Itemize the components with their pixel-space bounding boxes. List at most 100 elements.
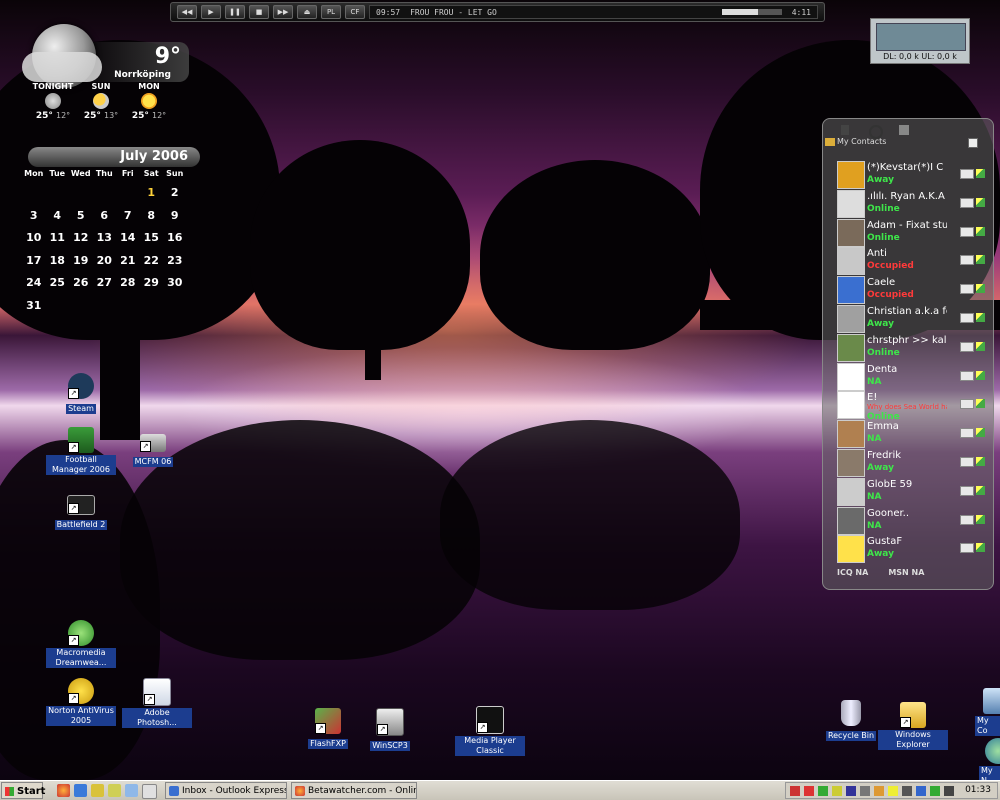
calendar-day[interactable]: 24 (22, 272, 46, 295)
ie-icon[interactable] (74, 784, 87, 797)
mail-icon[interactable] (960, 313, 974, 323)
task-betawatcher[interactable]: Betawatcher.com - Online... (291, 782, 417, 799)
contact-row[interactable]: Fredrik Away (837, 449, 987, 477)
calendar-day[interactable]: 28 (116, 272, 140, 295)
tray-icon[interactable] (790, 786, 800, 796)
tray-icon[interactable] (902, 786, 912, 796)
desktop-icon-photoshop[interactable]: ↗ Adobe Photosh... (122, 678, 192, 728)
calendar-day[interactable]: 20 (93, 250, 117, 273)
contact-group-header[interactable]: My Contacts (823, 137, 993, 149)
mail-icon[interactable] (960, 543, 974, 554)
mail-icon[interactable] (960, 457, 974, 467)
calendar-day[interactable]: 16 (163, 227, 187, 250)
stop-button[interactable]: ■ (249, 5, 269, 19)
menu-icon[interactable] (841, 125, 849, 135)
calendar-day[interactable]: 15 (140, 227, 164, 250)
tray-icon[interactable] (930, 786, 940, 796)
calendar-day[interactable]: 29 (140, 272, 164, 295)
calendar-day[interactable]: 8 (140, 205, 164, 228)
tray-icon[interactable] (818, 786, 828, 796)
eject-button[interactable]: ⏏ (297, 5, 317, 19)
weather-widget[interactable]: 9° Norrköping TONIGHT 25° 12° SUN 25° 13… (14, 22, 189, 132)
contact-row[interactable]: Emma NA (837, 420, 987, 449)
tray-icon[interactable] (916, 786, 926, 796)
desktop-icon-dreamweaver[interactable]: ↗ Macromedia Dreamwea... (46, 620, 116, 668)
mail-icon[interactable] (960, 485, 974, 496)
pause-button[interactable]: ❚❚ (225, 5, 245, 19)
calendar-day[interactable]: 2 (163, 182, 187, 205)
tray-icon[interactable] (846, 786, 856, 796)
collapse-icon[interactable] (968, 138, 978, 148)
calendar-day[interactable]: 12 (69, 227, 93, 250)
calendar-day[interactable]: 30 (163, 272, 187, 295)
task-outlook-express[interactable]: Inbox - Outlook Express (165, 782, 287, 799)
desktop-icon-battlefield[interactable]: ↗ Battlefield 2 (46, 495, 116, 530)
contact-row[interactable]: (*)Kevstar(*)I C Away (837, 161, 987, 189)
next-button[interactable]: ▶▶ (273, 5, 293, 19)
taskbar-clock[interactable]: 01:33 (965, 785, 991, 795)
calendar-day[interactable]: 25 (46, 272, 70, 295)
desktop-icon-mcfm[interactable]: ↗ MCFM 06 (118, 430, 188, 467)
tray-icon[interactable] (888, 786, 898, 796)
tray-icon[interactable] (804, 786, 814, 796)
quicklaunch-icon[interactable] (142, 784, 157, 799)
mail-icon[interactable] (960, 514, 974, 525)
quicklaunch-icon[interactable] (125, 784, 138, 797)
crossfade-button[interactable]: CF (345, 5, 365, 19)
mail-icon[interactable] (960, 197, 974, 208)
playlist-button[interactable]: PL (321, 5, 341, 19)
desktop-icon-winscp[interactable]: ↗ WinSCP3 (355, 708, 425, 751)
contact-row[interactable]: E! Why does Sea World hav Online (837, 391, 987, 422)
calendar-day[interactable]: 9 (163, 205, 187, 228)
desktop-icon-flashfxp[interactable]: ↗ FlashFXP (293, 708, 363, 749)
calendar-day[interactable]: 18 (46, 250, 70, 273)
contact-row[interactable]: GlobE 59 NA (837, 477, 987, 506)
calendar-day[interactable]: 10 (22, 227, 46, 250)
mail-icon[interactable] (960, 428, 974, 439)
tray-icon[interactable] (832, 786, 842, 796)
contact-row[interactable]: GustaF Away (837, 535, 987, 564)
contact-row[interactable]: Adam - Fixat stu Online (837, 218, 987, 247)
contact-row[interactable]: Denta NA (837, 362, 987, 391)
mail-icon[interactable] (960, 226, 974, 237)
calendar-day[interactable]: 21 (116, 250, 140, 273)
desktop-icon-football-manager[interactable]: ↗ Football Manager 2006 (46, 427, 116, 475)
calendar-today[interactable]: 1 (140, 182, 164, 205)
calendar-day[interactable]: 4 (46, 205, 70, 228)
mail-icon[interactable] (960, 169, 974, 179)
contact-row[interactable]: Caele Occupied (837, 276, 987, 305)
mail-icon[interactable] (960, 284, 974, 295)
calendar-day[interactable]: 14 (116, 227, 140, 250)
icq-status[interactable]: ICQ NA (837, 568, 868, 577)
calendar-day[interactable]: 5 (69, 205, 93, 228)
calendar-day[interactable]: 3 (22, 205, 46, 228)
contact-row[interactable]: Christian a.k.a fe Away (837, 305, 987, 333)
calendar-day[interactable]: 31 (22, 295, 46, 318)
desktop-icon-norton[interactable]: ↗ Norton AntiVirus 2005 (46, 678, 116, 726)
firefox-icon[interactable] (57, 784, 70, 797)
desktop-icon-windows-explorer[interactable]: ↗ Windows Explorer (878, 702, 948, 750)
tray-icon[interactable] (874, 786, 884, 796)
desktop-icon-media-player-classic[interactable]: ↗ Media Player Classic (455, 706, 525, 756)
contact-row[interactable]: Anti Occupied (837, 247, 987, 276)
mail-icon[interactable] (960, 370, 974, 381)
start-button[interactable]: Start (1, 782, 45, 799)
volume-slider[interactable] (721, 9, 782, 15)
mail-icon[interactable] (960, 399, 974, 410)
calendar-day[interactable]: 23 (163, 250, 187, 273)
quicklaunch-icon[interactable] (108, 784, 121, 797)
contact-row[interactable]: chrstphr >> kall Online (837, 333, 987, 362)
previous-button[interactable]: ◀◀ (177, 5, 197, 19)
calendar-day[interactable]: 7 (116, 205, 140, 228)
mail-icon[interactable] (960, 255, 974, 266)
calendar-day[interactable]: 17 (22, 250, 46, 273)
quicklaunch-icon[interactable] (91, 784, 104, 797)
contact-row[interactable]: Gooner.. NA (837, 506, 987, 535)
desktop-icon-my-network[interactable]: My N (965, 738, 1000, 786)
calendar-day[interactable]: 13 (93, 227, 117, 250)
desktop-icon-steam[interactable]: ↗ Steam (46, 373, 116, 414)
calendar-day[interactable]: 11 (46, 227, 70, 250)
calendar-day[interactable]: 27 (93, 272, 117, 295)
calendar-day[interactable]: 19 (69, 250, 93, 273)
tray-icon[interactable] (944, 786, 954, 796)
